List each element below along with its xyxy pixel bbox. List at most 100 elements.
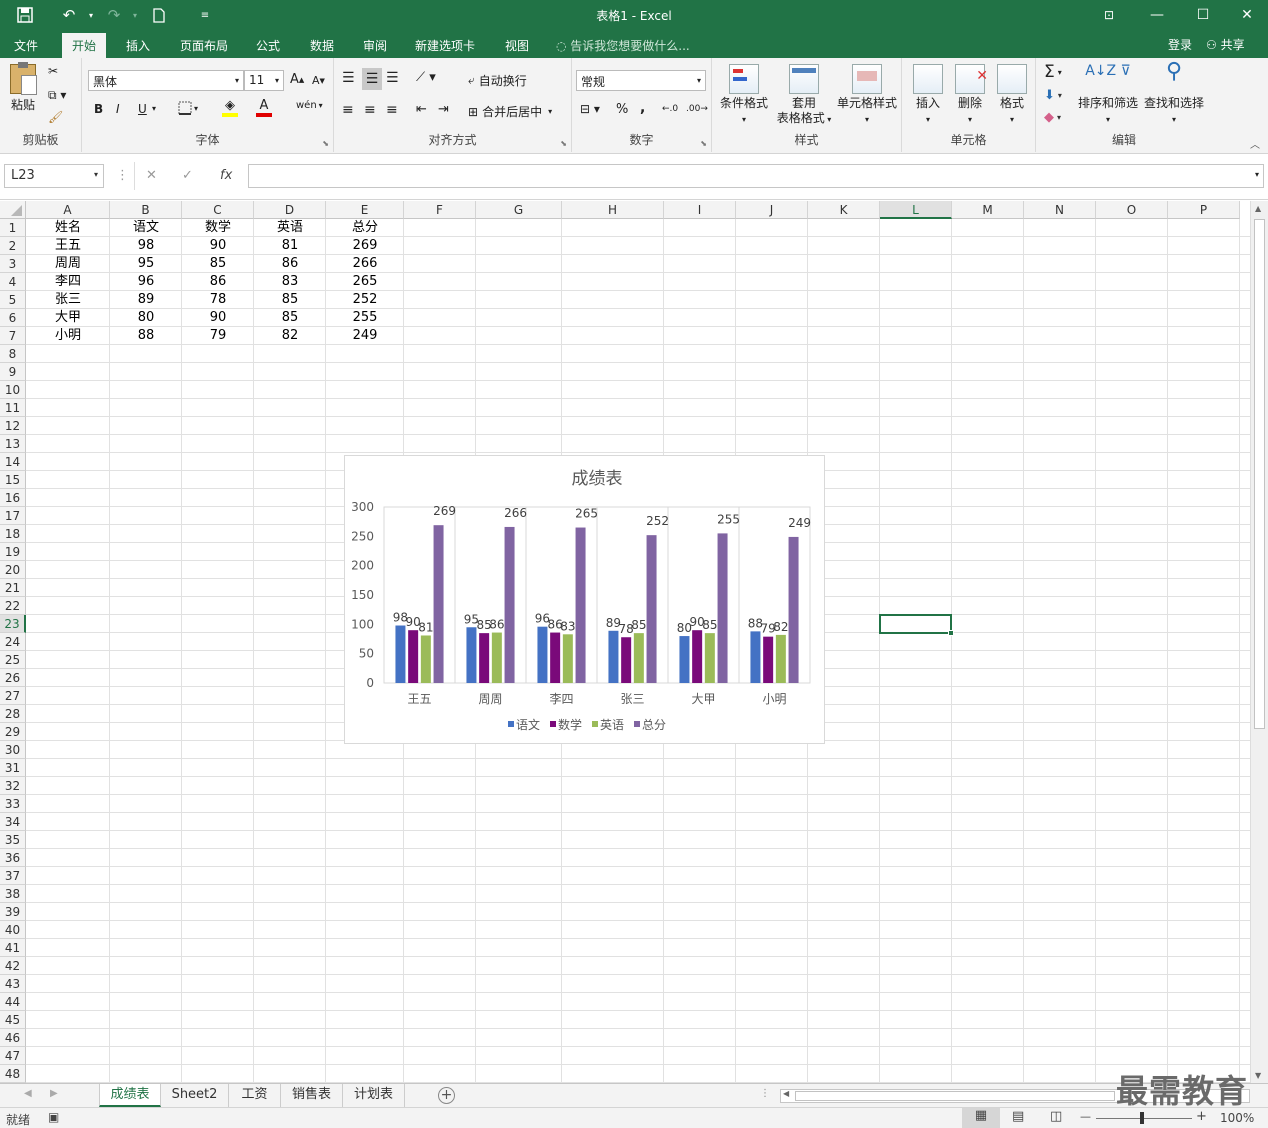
insert-cells-button[interactable]: 插入 ▾: [908, 64, 948, 127]
table-cell[interactable]: 86: [254, 255, 326, 273]
underline-button[interactable]: U: [138, 102, 147, 116]
table-cell[interactable]: 80: [110, 309, 182, 327]
table-cell[interactable]: 82: [254, 327, 326, 345]
format-as-table-button[interactable]: 套用 表格格式 ▾: [772, 64, 836, 127]
row-header-33[interactable]: 33: [0, 795, 26, 813]
decrease-decimal-icon[interactable]: .00→: [686, 104, 708, 114]
percent-button[interactable]: %: [616, 102, 628, 117]
header-cell[interactable]: 总分: [326, 219, 404, 237]
table-cell[interactable]: 98: [110, 237, 182, 255]
row-header-47[interactable]: 47: [0, 1047, 26, 1065]
add-sheet-button[interactable]: +: [438, 1087, 455, 1104]
scroll-left-icon[interactable]: ◀: [783, 1089, 789, 1098]
split-handle-icon[interactable]: ⋮: [760, 1088, 770, 1099]
orientation-icon[interactable]: ⟋ ▾: [416, 70, 436, 85]
table-cell[interactable]: 266: [326, 255, 404, 273]
header-cell[interactable]: 姓名: [26, 219, 110, 237]
table-cell[interactable]: 83: [254, 273, 326, 291]
font-name-select[interactable]: 黑体 ▾: [88, 70, 244, 91]
column-header-n[interactable]: N: [1024, 201, 1096, 219]
paste-button[interactable]: 粘贴: [6, 62, 40, 113]
sheet-tab-sheet2[interactable]: Sheet2: [161, 1084, 229, 1107]
row-header-15[interactable]: 15: [0, 471, 26, 489]
row-header-23[interactable]: 23: [0, 615, 26, 633]
row-header-1[interactable]: 1: [0, 219, 26, 237]
table-cell[interactable]: 78: [182, 291, 254, 309]
row-header-38[interactable]: 38: [0, 885, 26, 903]
tab-file[interactable]: 文件: [4, 35, 48, 58]
row-header-26[interactable]: 26: [0, 669, 26, 687]
table-cell[interactable]: 96: [110, 273, 182, 291]
tab-formulas[interactable]: 公式: [246, 35, 290, 58]
italic-button[interactable]: I: [116, 102, 120, 116]
zoom-slider-thumb[interactable]: [1140, 1112, 1144, 1124]
header-cell[interactable]: 数学: [182, 219, 254, 237]
table-cell[interactable]: 255: [326, 309, 404, 327]
table-cell[interactable]: 周周: [26, 255, 110, 273]
table-cell[interactable]: 张三: [26, 291, 110, 309]
column-header-m[interactable]: M: [952, 201, 1024, 219]
row-header-18[interactable]: 18: [0, 525, 26, 543]
close-button[interactable]: ✕: [1224, 2, 1268, 28]
enter-icon[interactable]: ✓: [182, 168, 193, 183]
row-header-21[interactable]: 21: [0, 579, 26, 597]
vertical-scroll-thumb[interactable]: [1254, 219, 1265, 729]
row-header-14[interactable]: 14: [0, 453, 26, 471]
row-header-31[interactable]: 31: [0, 759, 26, 777]
row-header-25[interactable]: 25: [0, 651, 26, 669]
increase-indent-icon[interactable]: ⇥: [438, 102, 449, 117]
zoom-slider[interactable]: [1096, 1118, 1192, 1119]
accounting-format-icon[interactable]: ⊟ ▾: [580, 102, 600, 116]
column-header-a[interactable]: A: [26, 201, 110, 219]
tab-page-layout[interactable]: 页面布局: [170, 35, 238, 58]
table-cell[interactable]: 265: [326, 273, 404, 291]
column-header-h[interactable]: H: [562, 201, 664, 219]
row-header-41[interactable]: 41: [0, 939, 26, 957]
format-cells-button[interactable]: 格式 ▾: [992, 64, 1032, 127]
sheet-tab-xiaoshoubiao[interactable]: 销售表: [281, 1084, 343, 1107]
row-header-36[interactable]: 36: [0, 849, 26, 867]
grow-font-button[interactable]: A ▲: [290, 72, 304, 87]
align-bottom-icon[interactable]: ☰: [386, 70, 399, 86]
column-header-c[interactable]: C: [182, 201, 254, 219]
table-cell[interactable]: 86: [182, 273, 254, 291]
row-header-11[interactable]: 11: [0, 399, 26, 417]
row-header-19[interactable]: 19: [0, 543, 26, 561]
chart[interactable]: 成绩表 0 50 100 150 200 250 300 98 90 81 269 王五 95 85 86 26…: [344, 455, 825, 744]
table-cell[interactable]: 81: [254, 237, 326, 255]
minimize-button[interactable]: —: [1134, 2, 1180, 28]
column-header-p[interactable]: P: [1168, 201, 1240, 219]
table-cell[interactable]: 李四: [26, 273, 110, 291]
table-cell[interactable]: 90: [182, 309, 254, 327]
table-cell[interactable]: 小明: [26, 327, 110, 345]
macro-record-icon[interactable]: ▣: [48, 1110, 59, 1124]
row-header-6[interactable]: 6: [0, 309, 26, 327]
conditional-formatting-button[interactable]: 条件格式 ▾: [716, 64, 772, 127]
autosum-button[interactable]: Σ ▾: [1044, 62, 1062, 82]
normal-view-icon[interactable]: ▦: [962, 1108, 1000, 1128]
row-header-28[interactable]: 28: [0, 705, 26, 723]
scroll-up-icon[interactable]: ▲: [1255, 204, 1261, 213]
table-cell[interactable]: 85: [254, 291, 326, 309]
row-header-16[interactable]: 16: [0, 489, 26, 507]
tab-home[interactable]: 开始: [62, 33, 107, 58]
table-cell[interactable]: 95: [110, 255, 182, 273]
row-header-22[interactable]: 22: [0, 597, 26, 615]
maximize-button[interactable]: ☐: [1180, 2, 1226, 28]
header-cell[interactable]: 英语: [254, 219, 326, 237]
align-top-icon[interactable]: ☰: [342, 70, 355, 86]
sign-in-link[interactable]: 登录: [1168, 36, 1192, 53]
page-layout-view-icon[interactable]: ▤: [1012, 1109, 1024, 1124]
borders-icon[interactable]: ▾: [178, 101, 198, 115]
table-cell[interactable]: 79: [182, 327, 254, 345]
page-break-view-icon[interactable]: ◫: [1050, 1109, 1062, 1124]
tab-data[interactable]: 数据: [300, 35, 344, 58]
align-middle-icon[interactable]: ☰: [362, 68, 382, 90]
table-cell[interactable]: 269: [326, 237, 404, 255]
number-format-select[interactable]: 常规 ▾: [576, 70, 706, 91]
sort-filter-button[interactable]: A↓Z ⊽ 排序和筛选 ▾: [1076, 64, 1140, 127]
sheet-tab-chengjibiao[interactable]: 成绩表: [99, 1084, 161, 1107]
align-right-icon[interactable]: ≡: [386, 102, 398, 118]
cut-icon[interactable]: ✂: [48, 64, 58, 78]
find-select-button[interactable]: ⚲ 查找和选择 ▾: [1142, 61, 1206, 127]
